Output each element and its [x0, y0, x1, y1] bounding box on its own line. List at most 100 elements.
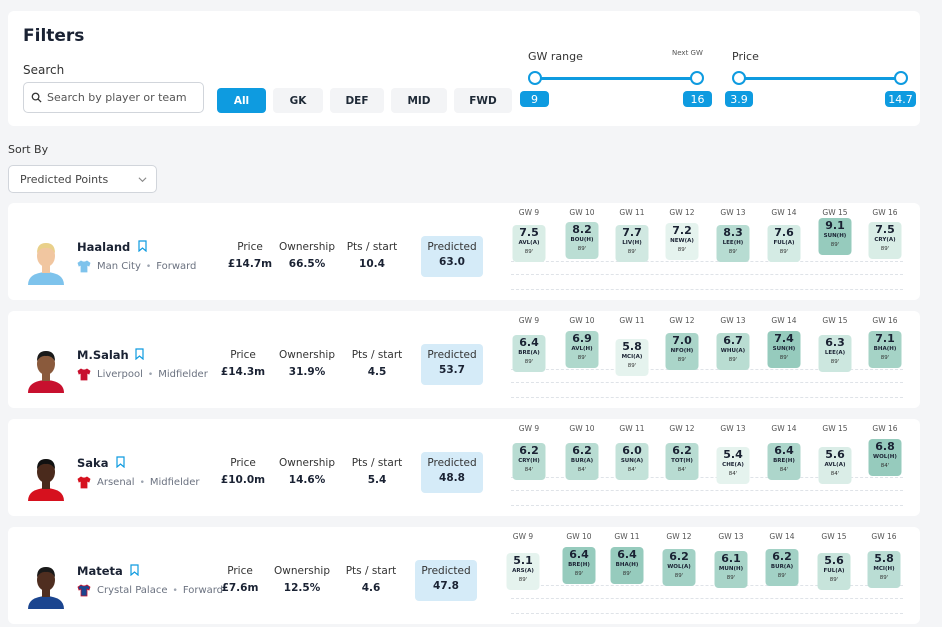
fixture-prediction-cell[interactable]: 7.6 FUL(A) 89' [767, 225, 801, 262]
player-avatar [28, 243, 64, 285]
search-box[interactable] [23, 82, 204, 113]
position-filter-fwd[interactable]: FWD [454, 88, 512, 113]
gw-column-label: GW 16 [872, 208, 898, 217]
gw-column-label: GW 12 [669, 208, 695, 217]
fixture-prediction-cell[interactable]: 6.9 AVL(H) 89' [565, 331, 599, 368]
fixture-opponent: NEW(A) [670, 238, 694, 244]
fixture-points: 6.2 [572, 444, 592, 457]
gw-column-label: GW 12 [666, 532, 692, 541]
gw-column-label: GW 12 [669, 424, 695, 433]
position-filter-gk[interactable]: GK [273, 88, 323, 113]
fixture-prediction-cell[interactable]: 5.6 FUL(A) 89' [817, 553, 851, 590]
player-position: Midfielder [149, 477, 200, 488]
fixture-prediction-cell[interactable]: 5.4 CHE(A) 84' [716, 447, 750, 484]
fixture-prediction-cell[interactable]: 6.2 CRY(H) 84' [512, 443, 546, 480]
fixture-prediction-cell[interactable]: 8.3 LEE(H) 89' [716, 225, 750, 262]
gw-grid-line [511, 505, 903, 506]
position-filter-mid[interactable]: MID [391, 88, 447, 113]
fixture-prediction-cell[interactable]: 5.1 ARS(A) 89' [506, 553, 540, 590]
sort-by-select[interactable]: Predicted Points [8, 165, 157, 193]
player-name[interactable]: Mateta [77, 564, 123, 578]
player-avatar [28, 351, 64, 393]
gw-column-label: GW 10 [569, 316, 595, 325]
fixture-prediction-cell[interactable]: 6.4 BHA(H) 89' [610, 547, 644, 584]
fixture-prediction-cell[interactable]: 7.1 BHA(H) 89' [868, 331, 902, 368]
fixture-points: 5.6 [825, 448, 845, 461]
fixture-prediction-cell[interactable]: 6.8 WOL(H) 84' [868, 439, 902, 476]
fixture-minutes: 89' [829, 577, 839, 583]
fixture-opponent: WOL(H) [873, 454, 897, 460]
gw-column-label: GW 14 [771, 316, 797, 325]
bookmark-icon[interactable] [130, 564, 139, 576]
fixture-points: 7.7 [622, 226, 642, 239]
fixture-prediction-cell[interactable]: 7.4 SUN(H) 89' [767, 331, 801, 368]
bookmark-icon[interactable] [116, 456, 125, 468]
fixture-prediction-cell[interactable]: 7.7 LIV(H) 89' [615, 225, 649, 262]
fixture-minutes: 89' [627, 363, 637, 369]
fixture-minutes: 89' [728, 249, 738, 255]
fixture-prediction-cell[interactable]: 6.7 WHU(A) 89' [716, 333, 750, 370]
fixture-minutes: 84' [880, 463, 890, 469]
fixture-minutes: 89' [726, 575, 736, 581]
ownership-label: Ownership [279, 241, 335, 253]
fixture-prediction-cell[interactable]: 7.2 NEW(A) 89' [665, 223, 699, 260]
predicted-label: Predicted [421, 565, 471, 577]
bookmark-icon[interactable] [135, 348, 144, 360]
ownership-value: 12.5% [283, 582, 321, 594]
fixture-opponent: BRE(H) [773, 458, 795, 464]
gw-range-track[interactable] [535, 77, 697, 80]
ownership-label: Ownership [279, 349, 335, 361]
gw-range-min-handle[interactable] [528, 71, 542, 85]
fixture-opponent: LEE(A) [824, 350, 846, 356]
fixture-prediction-cell[interactable]: 6.1 MUN(H) 89' [714, 551, 748, 588]
fixture-prediction-cell[interactable]: 6.2 TOT(H) 84' [665, 443, 699, 480]
fixture-prediction-cell[interactable]: 6.4 BRE(A) 89' [512, 335, 546, 372]
player-card[interactable]: Mateta Crystal Palace • Forward Price £7.6m Ow… [8, 527, 920, 624]
position-filter-all[interactable]: All [217, 88, 266, 113]
fixture-prediction-cell[interactable]: 6.2 WOL(A) 89' [662, 549, 696, 586]
fixture-prediction-cell[interactable]: 5.8 MCI(A) 89' [615, 339, 649, 376]
fixture-prediction-cell[interactable]: 6.2 BUR(A) 84' [565, 443, 599, 480]
fixture-prediction-cell[interactable]: 6.4 BRE(H) 89' [562, 547, 596, 584]
fixture-prediction-cell[interactable]: 6.3 LEE(A) 89' [818, 335, 852, 372]
price-min-handle[interactable] [732, 71, 746, 85]
price-track[interactable] [739, 77, 901, 80]
position-filter-def[interactable]: DEF [330, 88, 384, 113]
player-card[interactable]: Haaland Man City • Forward Price £14.7m Owners… [8, 203, 920, 300]
fixture-prediction-cell[interactable]: 7.0 NFO(H) 89' [665, 333, 699, 370]
fixture-minutes: 84' [577, 467, 587, 473]
fixture-opponent: LIV(H) [622, 240, 642, 246]
fixture-prediction-cell[interactable]: 7.5 AVL(A) 89' [512, 225, 546, 262]
fixture-points: 6.2 [669, 550, 689, 563]
fixture-prediction-cell[interactable]: 6.4 BRE(H) 84' [767, 443, 801, 480]
fixture-prediction-cell[interactable]: 6.0 SUN(A) 84' [615, 443, 649, 480]
price-max-handle[interactable] [894, 71, 908, 85]
fixture-prediction-cell[interactable]: 5.6 AVL(A) 84' [818, 447, 852, 484]
gw-range-max-value: 16 [683, 91, 712, 107]
fixture-prediction-cell[interactable]: 6.2 BUR(A) 89' [765, 549, 799, 586]
player-card[interactable]: Saka Arsenal • Midfielder Price £10.0m Ownersh… [8, 419, 920, 516]
player-name[interactable]: Haaland [77, 240, 130, 254]
fixture-points: 6.2 [672, 444, 692, 457]
filters-panel: Filters Search All GK DEF MID FWD GW ran… [8, 11, 920, 126]
gw-range-max-handle[interactable] [690, 71, 704, 85]
player-avatar [28, 567, 64, 609]
gw-grid-line [511, 598, 903, 599]
fixture-prediction-cell[interactable]: 5.8 MCI(H) 89' [867, 551, 901, 588]
fixture-prediction-cell[interactable]: 7.5 CRY(A) 89' [868, 222, 902, 259]
fixture-minutes: 89' [779, 355, 789, 361]
gw-grid-line [511, 289, 903, 290]
fixture-minutes: 84' [728, 471, 738, 477]
player-team-row: Crystal Palace • Forward [77, 584, 223, 597]
fixture-prediction-cell[interactable]: 8.2 BOU(H) 89' [565, 222, 599, 259]
fixture-points: 7.6 [774, 226, 794, 239]
price-value: £14.7m [227, 258, 273, 270]
player-name[interactable]: M.Salah [77, 348, 129, 362]
predicted-value: 63.0 [439, 256, 465, 268]
fixture-prediction-cell[interactable]: 9.1 SUN(H) 89' [818, 218, 852, 255]
fixture-points: 7.2 [672, 224, 692, 237]
bookmark-icon[interactable] [138, 240, 147, 252]
player-card[interactable]: M.Salah Liverpool • Midfielder Price £14.3m Ow… [8, 311, 920, 408]
search-input[interactable] [47, 91, 197, 104]
player-name[interactable]: Saka [77, 456, 108, 470]
